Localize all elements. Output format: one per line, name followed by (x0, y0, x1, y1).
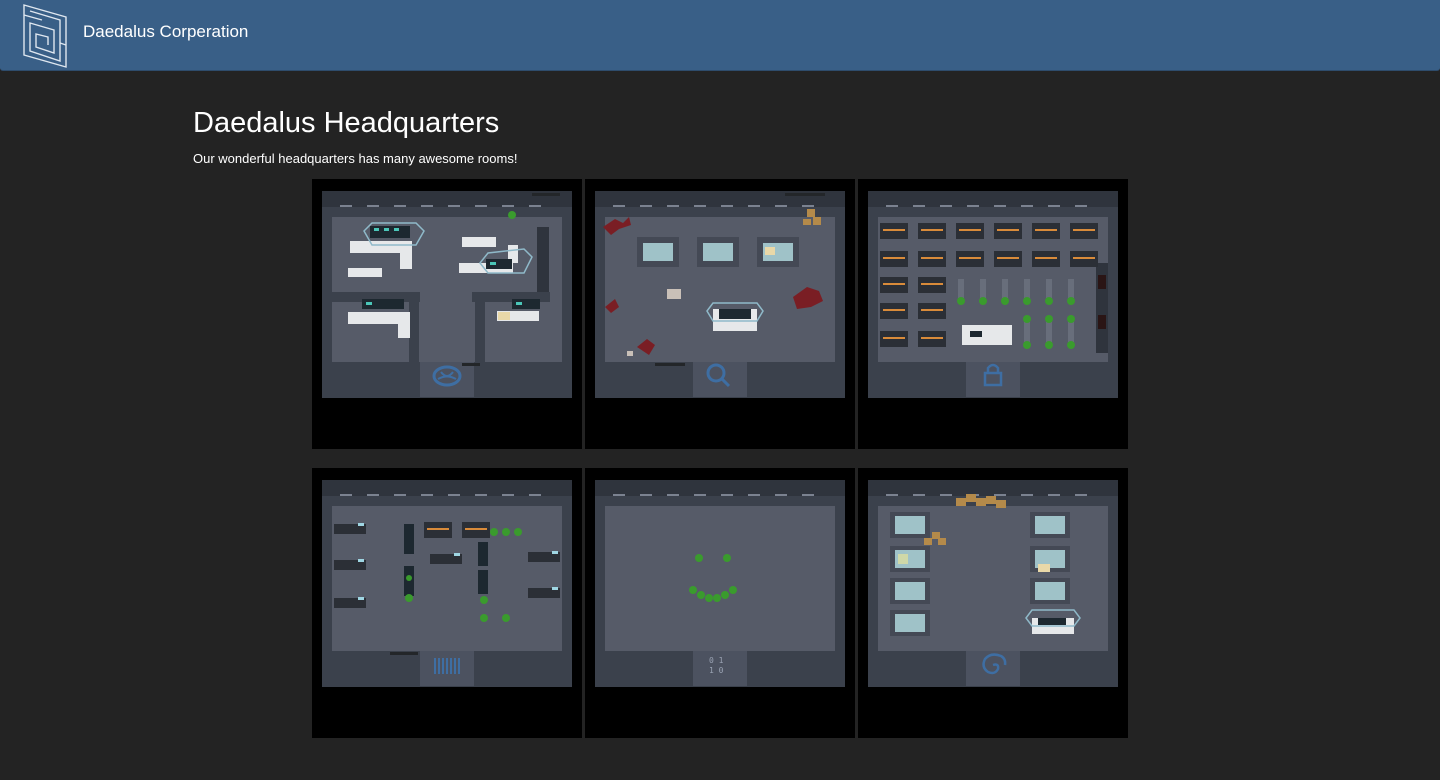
top-navbar: Daedalus Corperation (0, 0, 1440, 71)
room-card-open-office[interactable] (312, 468, 582, 738)
maze-logo-icon[interactable] (22, 3, 68, 69)
room-card-office[interactable] (312, 179, 582, 449)
room-card-servers[interactable] (858, 179, 1128, 449)
rooms-gallery: 0 1 1 0 (312, 179, 1128, 738)
page-subtitle: Our wonderful headquarters has many awes… (193, 151, 518, 166)
page-title: Daedalus Headquarters (193, 107, 500, 139)
room-card-lab[interactable] (585, 179, 855, 449)
room-card-smiley[interactable]: 0 1 1 0 (585, 468, 855, 738)
svg-text:1 0: 1 0 (709, 666, 724, 675)
brand-name[interactable]: Daedalus Corperation (83, 22, 248, 42)
binary-icon: 0 1 1 0 (709, 656, 724, 675)
svg-text:0 1: 0 1 (709, 656, 724, 665)
room-card-storage[interactable] (858, 468, 1128, 738)
